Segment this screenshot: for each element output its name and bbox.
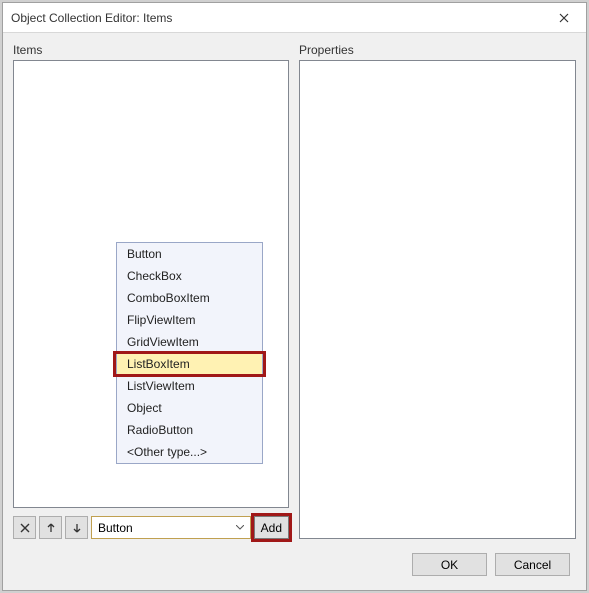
titlebar: Object Collection Editor: Items — [3, 3, 586, 33]
type-dropdown: ButtonCheckBoxComboBoxItemFlipViewItemGr… — [116, 242, 263, 464]
remove-button[interactable] — [13, 516, 36, 539]
items-toolbar: Button Add — [13, 516, 289, 539]
properties-column: Properties — [299, 43, 576, 539]
selection-highlight-annotation — [113, 351, 266, 377]
dropdown-item[interactable]: ListViewItem — [117, 375, 262, 397]
type-select-value: Button — [98, 521, 133, 535]
x-icon — [20, 523, 30, 533]
dropdown-item[interactable]: Object — [117, 397, 262, 419]
properties-label: Properties — [299, 43, 576, 57]
ok-button[interactable]: OK — [412, 553, 487, 576]
dropdown-item[interactable]: GridViewItem — [117, 331, 262, 353]
properties-panel[interactable] — [299, 60, 576, 539]
arrow-down-icon — [72, 523, 82, 533]
chevron-down-icon — [236, 525, 244, 530]
close-button[interactable] — [541, 3, 586, 33]
add-button[interactable]: Add — [254, 516, 289, 539]
add-button-label: Add — [261, 521, 282, 535]
dropdown-item[interactable]: CheckBox — [117, 265, 262, 287]
dialog-footer: OK Cancel — [3, 539, 586, 590]
add-button-wrap: Add — [254, 516, 289, 539]
type-select[interactable]: Button — [91, 516, 251, 539]
ok-label: OK — [441, 558, 458, 572]
dropdown-item[interactable]: Button — [117, 243, 262, 265]
items-label: Items — [13, 43, 289, 57]
move-down-button[interactable] — [65, 516, 88, 539]
dropdown-item[interactable]: ComboBoxItem — [117, 287, 262, 309]
close-icon — [559, 13, 569, 23]
arrow-up-icon — [46, 523, 56, 533]
move-up-button[interactable] — [39, 516, 62, 539]
dropdown-item[interactable]: RadioButton — [117, 419, 262, 441]
cancel-label: Cancel — [514, 558, 551, 572]
cancel-button[interactable]: Cancel — [495, 553, 570, 576]
dropdown-item[interactable]: FlipViewItem — [117, 309, 262, 331]
dropdown-item[interactable]: <Other type...> — [117, 441, 262, 463]
content-area: Items Button Add — [3, 33, 586, 539]
dialog-window: Object Collection Editor: Items Items Bu… — [2, 2, 587, 591]
dropdown-item[interactable]: ListBoxItem — [117, 353, 262, 375]
window-title: Object Collection Editor: Items — [11, 11, 541, 25]
